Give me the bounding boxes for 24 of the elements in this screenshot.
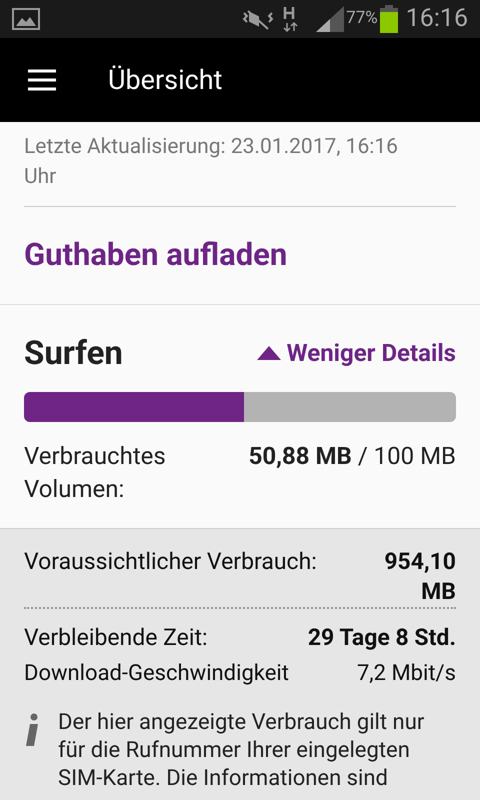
top-up-link[interactable]: Guthaben aufladen xyxy=(24,207,288,304)
menu-icon[interactable] xyxy=(28,69,56,91)
image-icon xyxy=(12,8,40,30)
used-volume-label: Verbrauchtes Volumen: xyxy=(24,441,167,505)
caret-icon xyxy=(254,344,283,362)
battery-icon xyxy=(380,5,398,33)
info-note: Der hier angezeigte Verbrauch gilt nur für die Rufnummer Ihrer eingelegten SIM-Karte. Die Informationen sind xyxy=(58,709,426,793)
detail-value: 7,2 Mbit/s xyxy=(356,660,456,688)
app-bar-title: Übersicht xyxy=(108,62,222,98)
network-h-icon xyxy=(282,5,300,33)
detail-value: 954,10 MB xyxy=(383,547,456,607)
total-volume: / 100 MB xyxy=(358,442,456,470)
section-title: Surfen xyxy=(24,332,123,374)
used-volume-value: 50,88 MB xyxy=(248,442,352,470)
detail-label: Download-Geschwindigkeit xyxy=(24,660,289,688)
clock: 16:16 xyxy=(406,3,468,36)
detail-value: 29 Tage 8 Std. xyxy=(308,623,456,653)
details-toggle[interactable]: Weniger Details xyxy=(254,335,456,372)
signal-icon xyxy=(316,6,344,32)
info-icon xyxy=(24,713,40,747)
battery-percent: 77% xyxy=(346,7,378,30)
detail-label: Verbleibende Zeit: xyxy=(24,623,208,653)
detail-label: Voraussichtlicher Verbrauch: xyxy=(24,547,317,577)
last-update-text: Letzte Aktualisierung: 23.01.2017, 16:16 Uhr xyxy=(24,122,456,207)
